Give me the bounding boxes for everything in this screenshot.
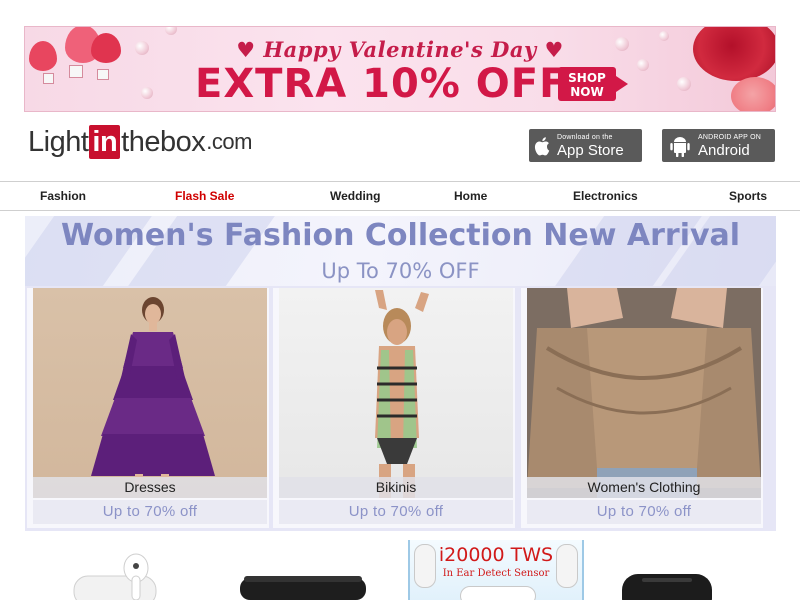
- valentine-promo-banner[interactable]: ♥ Happy Valentine's Day ♥ EXTRA 10% OFF …: [24, 26, 776, 112]
- category-card-bikinis[interactable]: Bikinis Up to 70% off: [273, 288, 515, 528]
- gift-box-icon: [97, 69, 109, 80]
- tws-product-subtitle: In Ear Detect Sensor: [442, 568, 550, 579]
- category-card-dresses[interactable]: Dresses Up to 70% off: [27, 288, 269, 528]
- android-icon: [662, 135, 698, 157]
- gift-box-icon: [43, 73, 54, 84]
- womens-clothing-product-image[interactable]: [527, 288, 761, 498]
- nav-item-flash-sale[interactable]: Flash Sale: [175, 189, 234, 203]
- rose-decoration: [731, 77, 775, 111]
- card-caption: Dresses: [33, 477, 267, 498]
- main-nav: Fashion Flash Sale Wedding Home Electron…: [0, 181, 800, 211]
- gift-box-icon: [69, 65, 83, 78]
- dresses-product-image[interactable]: [33, 288, 267, 498]
- card-caption: Bikinis: [279, 477, 513, 498]
- earbud-case-icon: [460, 586, 536, 600]
- womens-fashion-section: Women's Fashion Collection New Arrival U…: [25, 216, 776, 531]
- tws-product-title: i20000 TWS: [438, 544, 554, 566]
- wireless-earbuds-product-image[interactable]: [622, 572, 712, 600]
- banner-offer: EXTRA 10% OFF: [195, 61, 568, 107]
- nav-item-fashion[interactable]: Fashion: [40, 189, 86, 203]
- smart-band-product-image[interactable]: [240, 574, 366, 600]
- tws-earbuds-product-card[interactable]: i20000 TWS In Ear Detect Sensor: [408, 540, 584, 600]
- fashion-section-title: Women's Fashion Collection New Arrival: [60, 218, 741, 253]
- electronics-product-row: i20000 TWS In Ear Detect Sensor: [0, 536, 800, 600]
- heart-icon: ♥: [536, 37, 564, 62]
- card-promo: Up to 70% off: [279, 500, 513, 524]
- android-app-button[interactable]: ANDROID APP ON Android: [662, 129, 775, 162]
- bikinis-product-image[interactable]: [279, 288, 513, 498]
- card-promo: Up to 70% off: [527, 500, 761, 524]
- nav-item-wedding[interactable]: Wedding: [330, 189, 380, 203]
- nav-item-sports[interactable]: Sports: [729, 189, 767, 203]
- card-caption: Women's Clothing: [527, 477, 761, 498]
- pearl-decoration: [677, 77, 691, 91]
- site-logo[interactable]: Light in thebox .com: [28, 124, 252, 160]
- nav-item-electronics[interactable]: Electronics: [573, 189, 638, 203]
- heart-icon: ♥: [236, 37, 264, 62]
- nav-item-home[interactable]: Home: [454, 189, 487, 203]
- womens-fashion-banner[interactable]: Women's Fashion Collection New Arrival U…: [25, 216, 776, 286]
- app-store-button[interactable]: Download on the App Store: [529, 129, 642, 162]
- pearl-decoration: [141, 87, 153, 99]
- card-promo: Up to 70% off: [33, 500, 267, 524]
- pearl-decoration: [165, 27, 177, 35]
- fashion-section-subtitle: Up To 70% OFF: [321, 259, 480, 283]
- apple-icon: [529, 136, 557, 156]
- banner-headline: ♥ Happy Valentine's Day ♥: [236, 37, 564, 62]
- category-card-womens-clothing[interactable]: Women's Clothing Up to 70% off: [521, 288, 763, 528]
- airpods-product-image[interactable]: [70, 546, 160, 600]
- shop-now-button[interactable]: SHOP NOW: [558, 67, 628, 101]
